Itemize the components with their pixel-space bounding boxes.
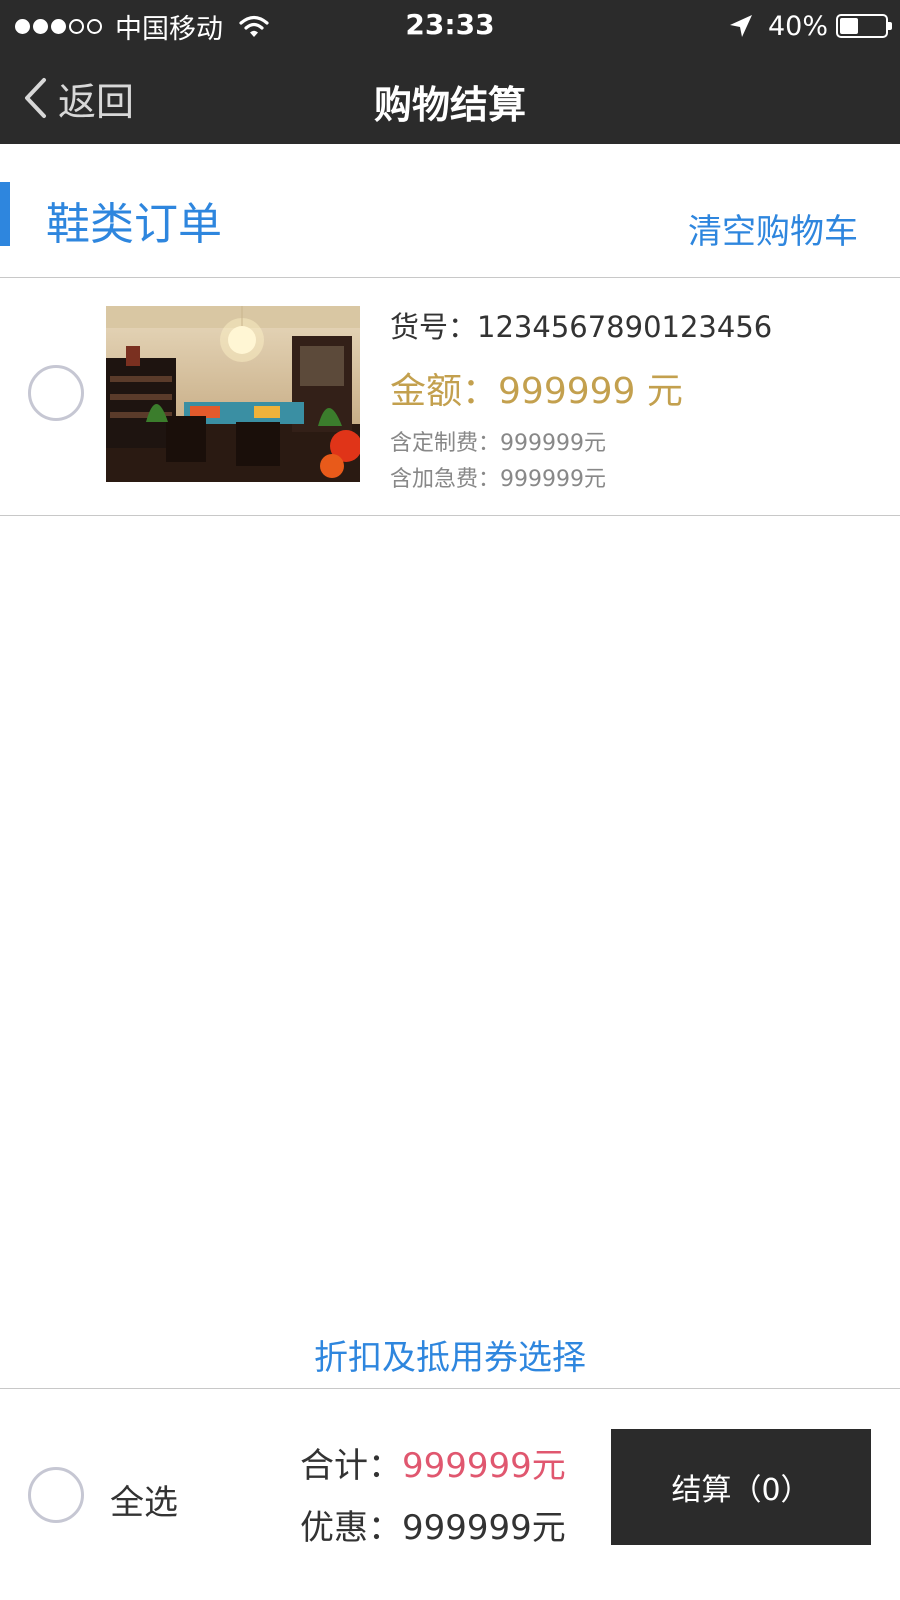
discount-value: 999999元 xyxy=(402,1508,566,1548)
total-value: 999999元 xyxy=(402,1446,566,1486)
discount-line: 优惠：999999元 xyxy=(300,1508,566,1548)
item-amount: 金额：999999 元 xyxy=(390,371,683,412)
select-all-radio[interactable] xyxy=(28,1467,84,1523)
totals: 合计：999999元 优惠：999999元 xyxy=(300,1435,566,1559)
product-thumbnail[interactable] xyxy=(106,306,360,482)
page-title: 购物结算 xyxy=(373,83,526,127)
checkout-button[interactable]: 结算（0） xyxy=(611,1429,871,1545)
cart-item: 货号：1234567890123456 金额：999999 元 含定制费：999… xyxy=(0,278,900,516)
chevron-left-icon xyxy=(25,78,46,118)
checkout-bar: 全选 合计：999999元 优惠：999999元 结算（0） xyxy=(0,1388,900,1600)
status-right: 40% xyxy=(728,10,892,42)
nav-bar: 返回 购物结算 xyxy=(0,52,900,144)
total-line: 合计：999999元 xyxy=(300,1446,566,1486)
back-label: 返回 xyxy=(58,79,135,124)
section-title: 鞋类订单 xyxy=(46,199,222,250)
custom-fee: 含定制费：999999元 xyxy=(390,431,606,456)
item-select-radio[interactable] xyxy=(28,365,84,421)
rush-fee: 含加急费：999999元 xyxy=(390,467,606,492)
order-section-header: 鞋类订单 清空购物车 xyxy=(0,146,900,278)
back-button[interactable]: 返回 xyxy=(22,72,134,124)
section-marker xyxy=(0,182,10,246)
select-all-label[interactable]: 全选 xyxy=(110,1475,178,1524)
battery-icon xyxy=(836,14,892,38)
location-arrow-icon xyxy=(729,15,752,37)
clear-cart-button[interactable]: 清空购物车 xyxy=(688,204,858,253)
item-number: 货号：1234567890123456 xyxy=(390,310,773,344)
item-info: 货号：1234567890123456 金额：999999 元 含定制费：999… xyxy=(390,304,772,498)
status-bar: 中国移动 23:33 40% xyxy=(0,0,900,52)
battery-percent: 40% xyxy=(767,10,828,42)
discount-coupon-link[interactable]: 折扣及抵用券选择 xyxy=(0,1330,900,1379)
